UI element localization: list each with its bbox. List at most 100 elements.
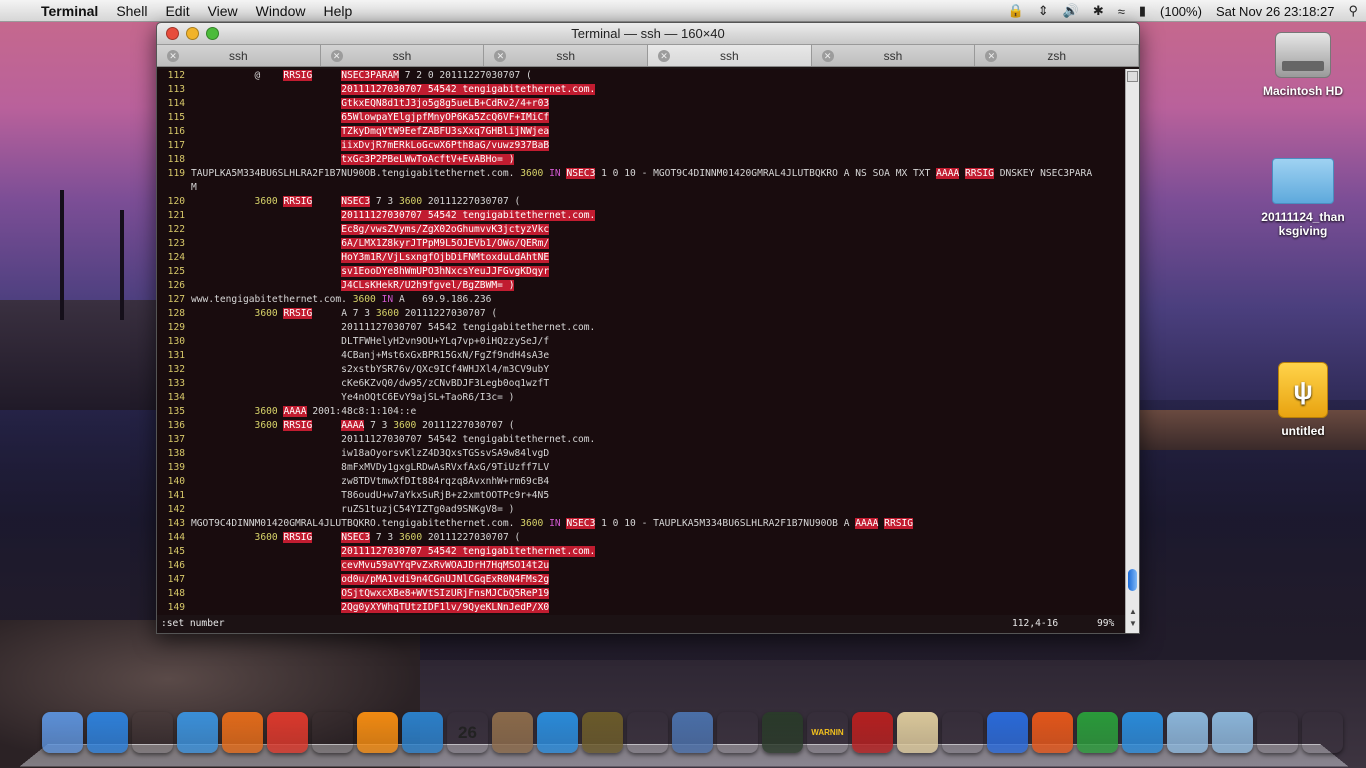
dock-safari-icon[interactable] <box>177 712 218 753</box>
tab-ssh-4-active[interactable]: ✕ ssh <box>648 45 812 66</box>
terminal-line: 123 6A/LMX1Z8kyrJTPpM9L5OJEVb1/OWo/QERm/ <box>157 237 1125 251</box>
cursor-position: 112,4-16 <box>1012 618 1059 629</box>
line-text: 2Qg0yXYWhqTUtzIDF1lv/9QyeKLNnJedP/X0 <box>341 602 550 613</box>
line-number: 136 <box>167 420 185 431</box>
dock-chrome-icon[interactable] <box>267 712 308 753</box>
battery-icon[interactable]: ▮ <box>1139 3 1146 19</box>
dock-vlc-icon[interactable] <box>357 712 398 753</box>
line-number: 144 <box>167 532 185 543</box>
dock-activity-monitor-icon[interactable] <box>762 712 803 753</box>
line-text: @ RRSIG NSEC3PARAM 7 2 0 20111227030707 … <box>191 70 532 81</box>
line-number: 139 <box>167 462 185 473</box>
dock-powerpoint-icon[interactable] <box>1032 712 1073 753</box>
terminal-line: 147 od0u/pMA1vdi9n4CGnUJNlCGqExR0N4FMs2g <box>157 573 1125 587</box>
sync-icon[interactable]: ⇕ <box>1038 3 1049 19</box>
desktop-icon-untitled[interactable]: ψ untitled <box>1248 362 1358 438</box>
line-text: 20111127030707 54542 tengigabitethernet.… <box>341 84 596 95</box>
volume-icon[interactable]: 🔊 <box>1063 3 1079 19</box>
dock-itunes-icon[interactable] <box>537 712 578 753</box>
tab-ssh-3[interactable]: ✕ ssh <box>484 45 649 66</box>
tab-ssh-1[interactable]: ✕ ssh <box>157 45 321 66</box>
dock-preview-icon[interactable] <box>492 712 533 753</box>
dock-x11-icon[interactable] <box>717 712 758 753</box>
menu-bar: Terminal Shell Edit View Window Help 🔒 ⇕… <box>0 0 1366 22</box>
window-titlebar[interactable]: Terminal — ssh — 160×40 <box>157 23 1139 45</box>
clock[interactable]: Sat Nov 26 23:18:27 <box>1216 4 1335 19</box>
line-text: 6A/LMX1Z8kyrJTPpM9L5OJEVb1/OWo/QERm/ <box>341 238 550 249</box>
menu-edit[interactable]: Edit <box>156 3 198 19</box>
dock-console-icon[interactable]: WARNIN <box>807 712 848 753</box>
line-text: 20111127030707 54542 tengigabitethernet.… <box>191 322 596 333</box>
dock-ical-icon[interactable]: 26 <box>447 712 488 753</box>
close-tab-icon[interactable]: ✕ <box>494 50 507 62</box>
line-text: DLTFWHelyH2vn9OU+YLq7vp+0iHQzzySeJ/f <box>191 336 550 347</box>
dock-firefox-icon[interactable] <box>222 712 263 753</box>
dock-photo-booth-icon[interactable] <box>852 712 893 753</box>
line-number: 122 <box>167 224 185 235</box>
wallpaper-palm <box>60 190 64 320</box>
tab-label: ssh <box>720 49 739 63</box>
dock-word-icon[interactable] <box>987 712 1028 753</box>
dock-icons: 26 WARNIN <box>42 712 1343 753</box>
desktop-icon-folder[interactable]: 20111124_than ksgiving <box>1248 158 1358 238</box>
close-tab-icon[interactable]: ✕ <box>330 50 343 62</box>
close-tab-icon[interactable]: ✕ <box>658 50 671 62</box>
dock-terminal-icon[interactable] <box>312 712 353 753</box>
spotlight-icon[interactable]: ⚲ <box>1348 3 1358 19</box>
terminal-content[interactable]: 112 @ RRSIG NSEC3PARAM 7 2 0 20111227030… <box>157 69 1125 633</box>
dock-dashboard-icon[interactable] <box>132 712 173 753</box>
dock-app-store-icon[interactable] <box>87 712 128 753</box>
scroll-up-arrow-icon[interactable]: ▲ <box>1126 607 1139 619</box>
dock-trash-icon[interactable] <box>1302 712 1343 753</box>
minimize-button[interactable] <box>186 27 199 40</box>
zoom-button[interactable] <box>206 27 219 40</box>
terminal-line: 124 HoY3m1R/VjLsxngfOjbDiFNMtoxduLdAhtNE <box>157 251 1125 265</box>
dock-time-machine-icon[interactable] <box>582 712 623 753</box>
scroll-down-arrow-icon[interactable]: ▼ <box>1126 619 1139 631</box>
desktop-icon-label-line2: ksgiving <box>1278 224 1328 238</box>
menu-app-name[interactable]: Terminal <box>32 3 107 19</box>
tab-ssh-5[interactable]: ✕ ssh <box>812 45 976 66</box>
line-number: 117 <box>167 140 185 151</box>
dock-internet-explorer-icon[interactable] <box>1122 712 1163 753</box>
close-tab-icon[interactable]: ✕ <box>167 50 179 62</box>
line-number: 124 <box>167 252 185 263</box>
scroll-split-icon[interactable] <box>1127 71 1138 82</box>
tab-ssh-2[interactable]: ✕ ssh <box>321 45 485 66</box>
menu-shell[interactable]: Shell <box>107 3 156 19</box>
dock-remote-icon[interactable] <box>627 712 668 753</box>
dock-excel-icon[interactable] <box>1077 712 1118 753</box>
dock-virtualbox-icon[interactable] <box>672 712 713 753</box>
terminal-line: 132 s2xstbYSR76v/QXc9ICf4WHJXl4/m3CV9ubY <box>157 363 1125 377</box>
scroll-thumb[interactable] <box>1128 569 1137 591</box>
wifi-icon[interactable]: ≈ <box>1118 4 1125 19</box>
bluetooth-icon[interactable]: ✱ <box>1093 3 1104 19</box>
hard-drive-icon <box>1275 32 1331 78</box>
dock-documents-icon[interactable] <box>1212 712 1253 753</box>
tab-zsh[interactable]: ✕ zsh <box>975 45 1139 66</box>
dock-finder-icon[interactable] <box>42 712 83 753</box>
menu-view[interactable]: View <box>199 3 247 19</box>
terminal-line: 141 T86oudU+w7aYkxSuRjB+z2xmtOOTPc9r+4N5 <box>157 489 1125 503</box>
desktop-icon-macintosh-hd[interactable]: Macintosh HD <box>1248 32 1358 98</box>
terminal-line: M <box>157 181 1125 195</box>
line-number: 141 <box>167 490 185 501</box>
line-text: HoY3m1R/VjLsxngfOjbDiFNMtoxduLdAhtNE <box>341 252 550 263</box>
close-tab-icon[interactable]: ✕ <box>985 50 998 62</box>
menu-help[interactable]: Help <box>314 3 361 19</box>
dock-quicktime-icon[interactable] <box>402 712 443 753</box>
line-number: 134 <box>167 392 185 403</box>
vertical-scrollbar[interactable]: ▲ ▼ <box>1125 69 1139 633</box>
dock-script-editor-icon[interactable] <box>897 712 938 753</box>
lock-icon[interactable]: 🔒 <box>1008 3 1024 19</box>
line-number: 112 <box>167 70 185 81</box>
battery-percent[interactable]: (100%) <box>1160 4 1202 19</box>
close-button[interactable] <box>166 27 179 40</box>
menu-window[interactable]: Window <box>247 3 315 19</box>
dock-system-preferences-icon[interactable] <box>942 712 983 753</box>
terminal-line: 125 sv1EooDYe8hWmUPO3hNxcsYeuJJFGvgKDqyr <box>157 265 1125 279</box>
dock-applications-icon[interactable] <box>1167 712 1208 753</box>
close-tab-icon[interactable]: ✕ <box>821 50 834 62</box>
dock-downloads-icon[interactable] <box>1257 712 1298 753</box>
tab-label: zsh <box>1047 49 1067 63</box>
